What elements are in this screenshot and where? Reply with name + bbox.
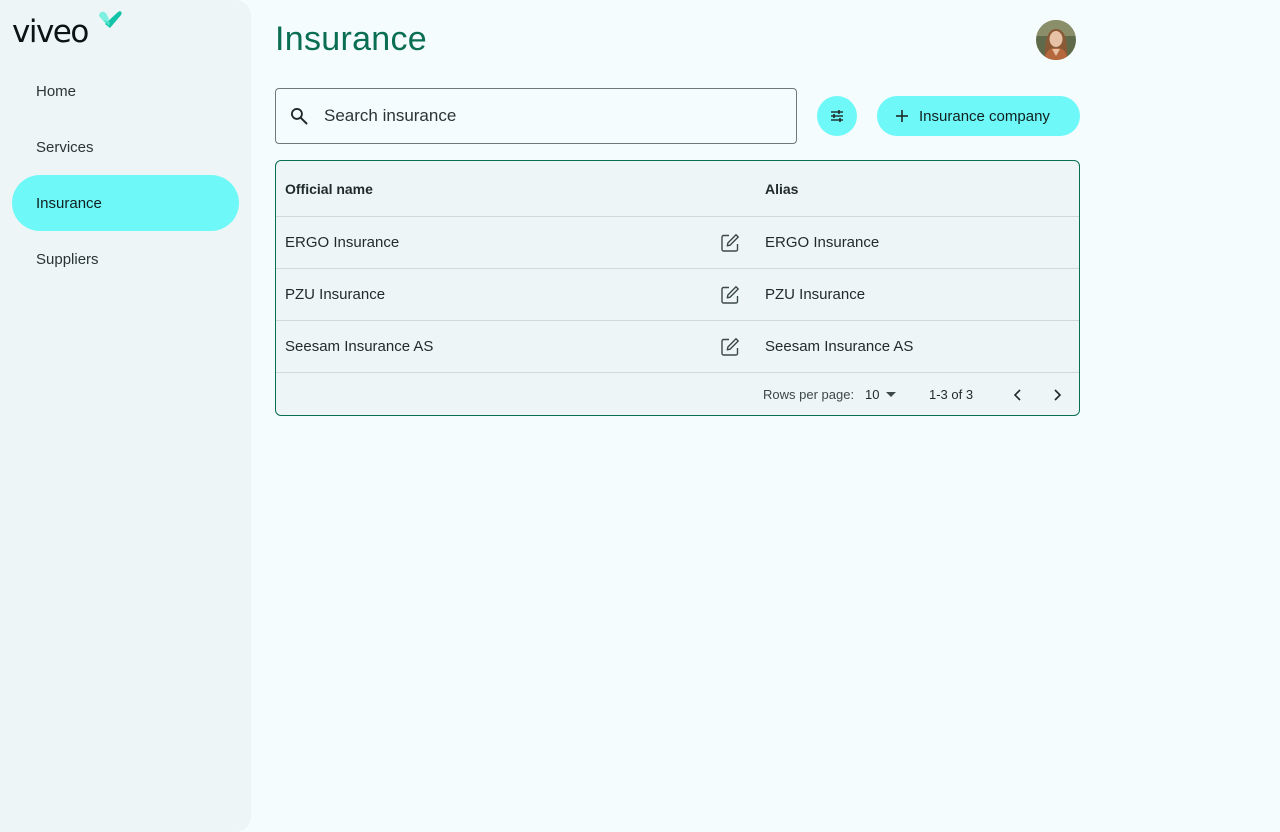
edit-button[interactable]	[720, 217, 740, 268]
sidebar-item-insurance[interactable]: Insurance	[12, 175, 239, 231]
filter-button[interactable]	[817, 96, 857, 136]
caret-down-icon	[886, 391, 897, 397]
table-row[interactable]: Seesam Insurance AS Seesam Insurance AS	[276, 321, 1079, 373]
heart-check-icon	[99, 11, 122, 28]
sidebar-item-services[interactable]: Services	[12, 119, 239, 175]
next-page-button[interactable]	[1051, 373, 1063, 415]
alias-cell: ERGO Insurance	[765, 234, 880, 251]
pagination-range: 1-3 of 3	[929, 387, 974, 402]
table-header: Official name Alias	[276, 161, 1079, 217]
sidebar-item-label: Insurance	[36, 194, 102, 212]
sidebar-item-label: Services	[36, 138, 94, 156]
edit-icon	[721, 337, 739, 356]
table-pagination: Rows per page: 10 1-3 of 3	[276, 373, 1079, 415]
table-row[interactable]: PZU Insurance PZU Insurance	[276, 269, 1079, 321]
viveo-logo[interactable]: viveo	[12, 10, 127, 52]
avatar[interactable]	[1036, 20, 1076, 60]
add-insurance-company-button[interactable]: Insurance company	[877, 96, 1080, 136]
sidebar: viveo Home Services Insurance Suppliers	[0, 0, 251, 832]
rows-per-page-label: Rows per page:	[763, 387, 855, 402]
sidebar-item-label: Home	[36, 82, 77, 100]
chevron-right-icon	[1054, 388, 1062, 401]
alias-cell: PZU Insurance	[765, 286, 866, 303]
edit-button[interactable]	[720, 321, 740, 372]
insurance-table: Official name Alias ERGO Insurance ERGO …	[275, 160, 1080, 416]
edit-button[interactable]	[720, 269, 740, 320]
plus-icon	[896, 110, 908, 122]
sidebar-nav: Home Services Insurance Suppliers	[12, 63, 239, 287]
rows-per-page-value: 10	[865, 387, 880, 402]
rows-per-page-select[interactable]: 10	[865, 373, 897, 415]
edit-icon	[721, 285, 739, 304]
column-header-official-name[interactable]: Official name	[285, 161, 373, 216]
edit-icon	[721, 233, 739, 252]
alias-cell: Seesam Insurance AS	[765, 338, 914, 355]
sidebar-item-label: Suppliers	[36, 250, 99, 268]
search-input[interactable]	[324, 106, 764, 126]
add-button-label: Insurance company	[919, 107, 1050, 125]
sidebar-item-home[interactable]: Home	[12, 63, 239, 119]
column-header-alias[interactable]: Alias	[765, 161, 798, 216]
chevron-left-icon	[1013, 388, 1021, 401]
user-avatar-icon	[1036, 20, 1076, 60]
page-title: Insurance	[275, 20, 428, 58]
search-field[interactable]	[275, 88, 797, 144]
tune-icon	[831, 110, 843, 122]
logo-wordmark: viveo	[12, 14, 89, 50]
official-name-cell: ERGO Insurance	[285, 234, 400, 251]
search-icon	[291, 108, 308, 125]
previous-page-button[interactable]	[1012, 373, 1024, 415]
official-name-cell: PZU Insurance	[285, 286, 386, 303]
official-name-cell: Seesam Insurance AS	[285, 338, 434, 355]
sidebar-item-suppliers[interactable]: Suppliers	[12, 231, 239, 287]
table-row[interactable]: ERGO Insurance ERGO Insurance	[276, 217, 1079, 269]
